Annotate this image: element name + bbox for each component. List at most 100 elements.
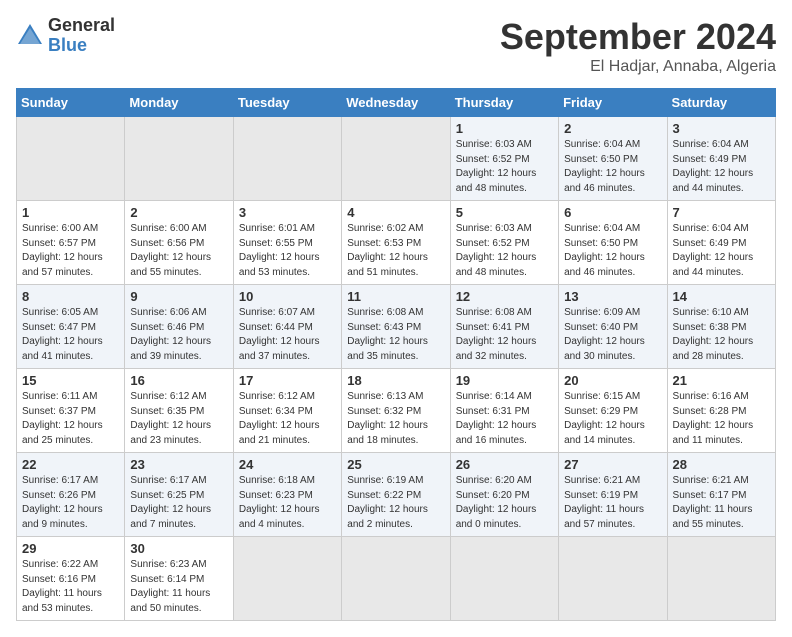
day-info: Sunrise: 6:20 AM Sunset: 6:20 PM Dayligh…: [456, 474, 553, 532]
calendar-cell: [667, 537, 775, 621]
day-number: 15: [22, 373, 119, 388]
calendar-cell: 28 Sunrise: 6:21 AM Sunset: 6:17 PM Dayl…: [667, 453, 775, 537]
calendar-cell: 5 Sunrise: 6:03 AM Sunset: 6:52 PM Dayli…: [450, 201, 558, 285]
day-number: 11: [347, 289, 444, 304]
day-info: Sunrise: 6:17 AM Sunset: 6:25 PM Dayligh…: [130, 474, 227, 532]
day-number: 21: [673, 373, 770, 388]
logo-general-text: General: [48, 16, 115, 36]
day-info: Sunrise: 6:09 AM Sunset: 6:40 PM Dayligh…: [564, 306, 661, 364]
day-info: Sunrise: 6:03 AM Sunset: 6:52 PM Dayligh…: [456, 222, 553, 280]
day-info: Sunrise: 6:22 AM Sunset: 6:16 PM Dayligh…: [22, 558, 119, 616]
day-info: Sunrise: 6:17 AM Sunset: 6:26 PM Dayligh…: [22, 474, 119, 532]
calendar-cell: [450, 537, 558, 621]
calendar-cell: 17 Sunrise: 6:12 AM Sunset: 6:34 PM Dayl…: [233, 369, 341, 453]
day-number: 4: [347, 205, 444, 220]
day-number: 28: [673, 457, 770, 472]
day-info: Sunrise: 6:18 AM Sunset: 6:23 PM Dayligh…: [239, 474, 336, 532]
day-number: 3: [673, 121, 770, 136]
calendar-cell: 13 Sunrise: 6:09 AM Sunset: 6:40 PM Dayl…: [559, 285, 667, 369]
calendar-body: 1 Sunrise: 6:03 AM Sunset: 6:52 PM Dayli…: [17, 117, 776, 621]
day-info: Sunrise: 6:07 AM Sunset: 6:44 PM Dayligh…: [239, 306, 336, 364]
day-info: Sunrise: 6:13 AM Sunset: 6:32 PM Dayligh…: [347, 390, 444, 448]
day-number: 2: [130, 205, 227, 220]
day-info: Sunrise: 6:08 AM Sunset: 6:41 PM Dayligh…: [456, 306, 553, 364]
calendar-cell: [17, 117, 125, 201]
header-cell-saturday: Saturday: [667, 89, 775, 117]
calendar-cell: 9 Sunrise: 6:06 AM Sunset: 6:46 PM Dayli…: [125, 285, 233, 369]
day-number: 13: [564, 289, 661, 304]
calendar-cell: [559, 537, 667, 621]
calendar-table: SundayMondayTuesdayWednesdayThursdayFrid…: [16, 88, 776, 621]
day-info: Sunrise: 6:08 AM Sunset: 6:43 PM Dayligh…: [347, 306, 444, 364]
day-info: Sunrise: 6:21 AM Sunset: 6:19 PM Dayligh…: [564, 474, 661, 532]
day-number: 17: [239, 373, 336, 388]
calendar-week-row: 1 Sunrise: 6:00 AM Sunset: 6:57 PM Dayli…: [17, 201, 776, 285]
calendar-cell: 12 Sunrise: 6:08 AM Sunset: 6:41 PM Dayl…: [450, 285, 558, 369]
day-number: 24: [239, 457, 336, 472]
day-number: 2: [564, 121, 661, 136]
calendar-cell: 25 Sunrise: 6:19 AM Sunset: 6:22 PM Dayl…: [342, 453, 450, 537]
day-number: 23: [130, 457, 227, 472]
header-cell-monday: Monday: [125, 89, 233, 117]
calendar-cell: 22 Sunrise: 6:17 AM Sunset: 6:26 PM Dayl…: [17, 453, 125, 537]
calendar-week-row: 15 Sunrise: 6:11 AM Sunset: 6:37 PM Dayl…: [17, 369, 776, 453]
calendar-cell: 2 Sunrise: 6:00 AM Sunset: 6:56 PM Dayli…: [125, 201, 233, 285]
calendar-cell: 30 Sunrise: 6:23 AM Sunset: 6:14 PM Dayl…: [125, 537, 233, 621]
calendar-cell: 27 Sunrise: 6:21 AM Sunset: 6:19 PM Dayl…: [559, 453, 667, 537]
calendar-cell: 7 Sunrise: 6:04 AM Sunset: 6:49 PM Dayli…: [667, 201, 775, 285]
day-number: 3: [239, 205, 336, 220]
header-cell-friday: Friday: [559, 89, 667, 117]
header-cell-thursday: Thursday: [450, 89, 558, 117]
day-info: Sunrise: 6:16 AM Sunset: 6:28 PM Dayligh…: [673, 390, 770, 448]
logo-icon: [16, 22, 44, 50]
day-info: Sunrise: 6:04 AM Sunset: 6:49 PM Dayligh…: [673, 138, 770, 196]
day-number: 14: [673, 289, 770, 304]
location: El Hadjar, Annaba, Algeria: [500, 58, 776, 76]
calendar-cell: 10 Sunrise: 6:07 AM Sunset: 6:44 PM Dayl…: [233, 285, 341, 369]
day-info: Sunrise: 6:21 AM Sunset: 6:17 PM Dayligh…: [673, 474, 770, 532]
day-info: Sunrise: 6:04 AM Sunset: 6:50 PM Dayligh…: [564, 138, 661, 196]
day-number: 22: [22, 457, 119, 472]
day-number: 9: [130, 289, 227, 304]
day-number: 10: [239, 289, 336, 304]
day-info: Sunrise: 6:06 AM Sunset: 6:46 PM Dayligh…: [130, 306, 227, 364]
day-number: 19: [456, 373, 553, 388]
logo-text: General Blue: [48, 16, 115, 56]
calendar-cell: 29 Sunrise: 6:22 AM Sunset: 6:16 PM Dayl…: [17, 537, 125, 621]
day-info: Sunrise: 6:05 AM Sunset: 6:47 PM Dayligh…: [22, 306, 119, 364]
calendar-cell: [233, 117, 341, 201]
logo: General Blue: [16, 16, 115, 56]
calendar-cell: [342, 117, 450, 201]
header-cell-wednesday: Wednesday: [342, 89, 450, 117]
calendar-cell: 11 Sunrise: 6:08 AM Sunset: 6:43 PM Dayl…: [342, 285, 450, 369]
calendar-cell: 1 Sunrise: 6:00 AM Sunset: 6:57 PM Dayli…: [17, 201, 125, 285]
calendar-cell: 14 Sunrise: 6:10 AM Sunset: 6:38 PM Dayl…: [667, 285, 775, 369]
month-title: September 2024: [500, 16, 776, 58]
calendar-cell: 19 Sunrise: 6:14 AM Sunset: 6:31 PM Dayl…: [450, 369, 558, 453]
calendar-cell: 18 Sunrise: 6:13 AM Sunset: 6:32 PM Dayl…: [342, 369, 450, 453]
logo-blue-text: Blue: [48, 36, 115, 56]
calendar-cell: 20 Sunrise: 6:15 AM Sunset: 6:29 PM Dayl…: [559, 369, 667, 453]
calendar-cell: 26 Sunrise: 6:20 AM Sunset: 6:20 PM Dayl…: [450, 453, 558, 537]
calendar-cell: 15 Sunrise: 6:11 AM Sunset: 6:37 PM Dayl…: [17, 369, 125, 453]
day-number: 1: [456, 121, 553, 136]
calendar-header-row: SundayMondayTuesdayWednesdayThursdayFrid…: [17, 89, 776, 117]
calendar-cell: 4 Sunrise: 6:02 AM Sunset: 6:53 PM Dayli…: [342, 201, 450, 285]
day-number: 30: [130, 541, 227, 556]
day-number: 12: [456, 289, 553, 304]
header: General Blue September 2024 El Hadjar, A…: [16, 16, 776, 76]
day-info: Sunrise: 6:01 AM Sunset: 6:55 PM Dayligh…: [239, 222, 336, 280]
day-info: Sunrise: 6:11 AM Sunset: 6:37 PM Dayligh…: [22, 390, 119, 448]
day-info: Sunrise: 6:19 AM Sunset: 6:22 PM Dayligh…: [347, 474, 444, 532]
calendar-cell: [342, 537, 450, 621]
day-info: Sunrise: 6:03 AM Sunset: 6:52 PM Dayligh…: [456, 138, 553, 196]
day-number: 26: [456, 457, 553, 472]
day-info: Sunrise: 6:23 AM Sunset: 6:14 PM Dayligh…: [130, 558, 227, 616]
header-cell-tuesday: Tuesday: [233, 89, 341, 117]
calendar-week-row: 1 Sunrise: 6:03 AM Sunset: 6:52 PM Dayli…: [17, 117, 776, 201]
day-info: Sunrise: 6:14 AM Sunset: 6:31 PM Dayligh…: [456, 390, 553, 448]
calendar-cell: 6 Sunrise: 6:04 AM Sunset: 6:50 PM Dayli…: [559, 201, 667, 285]
day-info: Sunrise: 6:00 AM Sunset: 6:56 PM Dayligh…: [130, 222, 227, 280]
calendar-week-row: 29 Sunrise: 6:22 AM Sunset: 6:16 PM Dayl…: [17, 537, 776, 621]
title-area: September 2024 El Hadjar, Annaba, Algeri…: [500, 16, 776, 76]
